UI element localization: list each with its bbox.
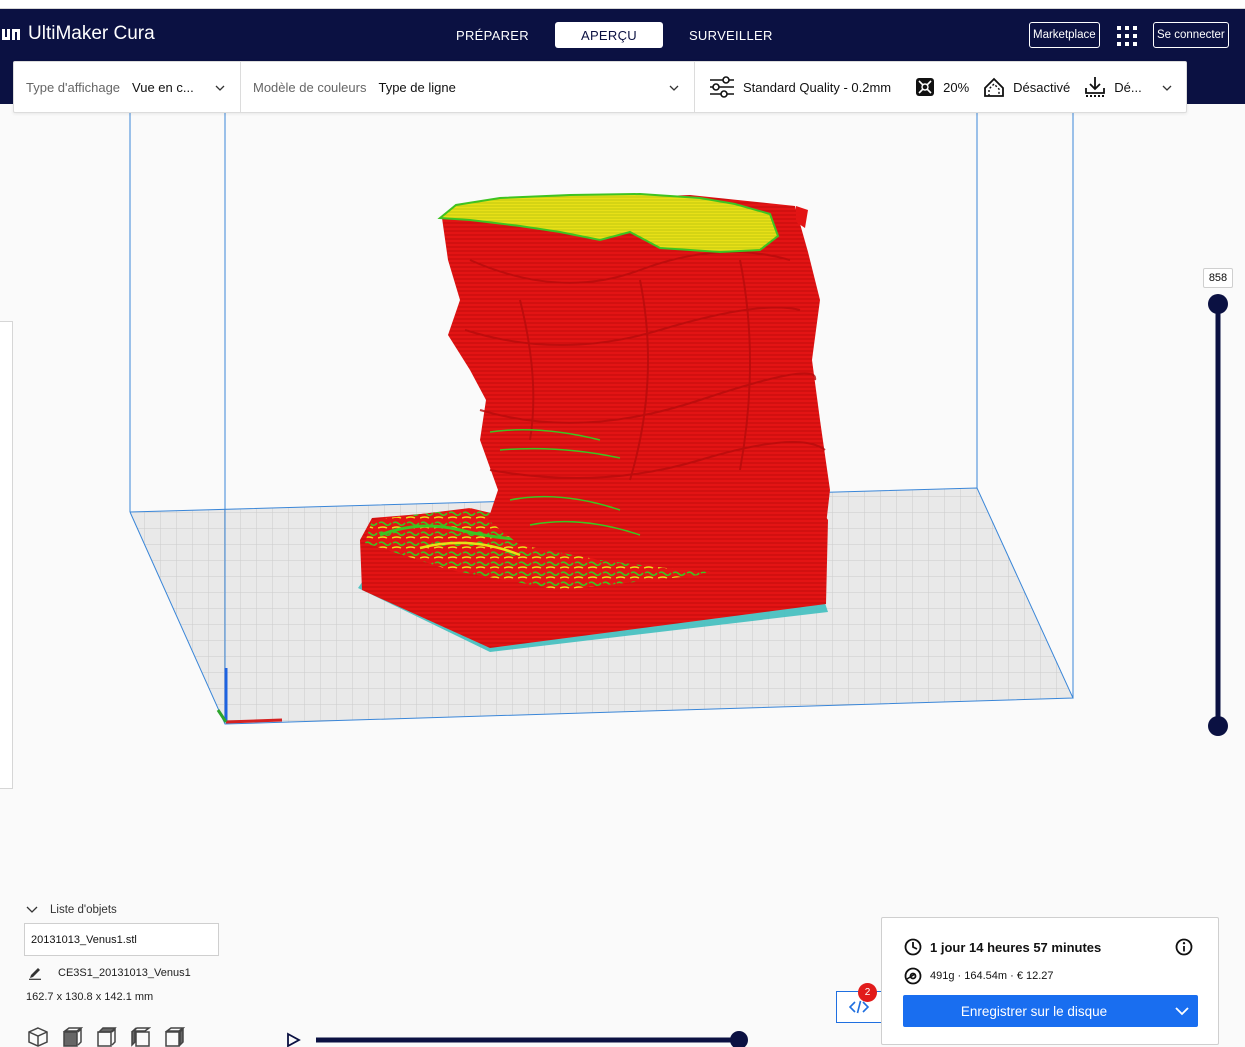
layer-slider[interactable]: 858 bbox=[1203, 268, 1233, 738]
infill-setting: 20% bbox=[915, 77, 969, 97]
adhesion-setting: Dé... bbox=[1084, 76, 1142, 98]
ultimaker-logo-icon bbox=[2, 29, 20, 40]
app-logo: UltiMaker Cura bbox=[2, 23, 155, 45]
print-settings-dropdown[interactable]: Standard Quality - 0.2mm 20% Désactivé D… bbox=[695, 62, 1186, 112]
top-menubar bbox=[0, 0, 1245, 9]
job-name-label: CE3S1_20131013_Venus1 bbox=[58, 967, 191, 979]
stage-tabs: PRÉPARER APERÇU SURVEILLER bbox=[430, 22, 799, 48]
left-view-icon[interactable] bbox=[129, 1027, 151, 1047]
quality-setting: Standard Quality - 0.2mm bbox=[709, 76, 891, 98]
view-type-label: Type d'affichage bbox=[26, 79, 121, 95]
simulation-handle bbox=[730, 1031, 748, 1047]
layer-slider-bottom-handle bbox=[1208, 716, 1228, 736]
infill-icon bbox=[916, 78, 935, 96]
object-list-item[interactable]: 20131013_Venus1.stl bbox=[24, 923, 219, 956]
view-type-value: Vue en c... bbox=[132, 79, 194, 95]
object-list-toggle[interactable]: Liste d'objets bbox=[26, 904, 224, 916]
chevron-down-icon bbox=[1174, 1007, 1189, 1016]
notification-badge: 2 bbox=[858, 983, 877, 1002]
adhesion-icon bbox=[1085, 77, 1106, 97]
top-view-icon[interactable] bbox=[95, 1027, 117, 1047]
right-view-icon[interactable] bbox=[163, 1027, 185, 1047]
object-list-panel: Liste d'objets 20131013_Venus1.stl CE3S1… bbox=[24, 904, 224, 1003]
apps-grid-icon[interactable] bbox=[1116, 25, 1138, 47]
color-scheme-label: Modèle de couleurs bbox=[253, 79, 367, 95]
print-summary-panel: 1 jour 14 heures 57 minutes 491g · 164.5… bbox=[881, 917, 1219, 1045]
support-icon bbox=[984, 77, 1005, 97]
tab-preview[interactable]: APERÇU bbox=[554, 22, 663, 48]
tab-monitor[interactable]: SURVEILLER bbox=[663, 22, 799, 48]
color-scheme-dropdown[interactable]: Modèle de couleurs Type de ligne bbox=[241, 62, 695, 112]
model-body bbox=[442, 195, 830, 572]
preview-toolbar: Type d'affichage Vue en c... Modèle de c… bbox=[13, 61, 1187, 113]
material-estimate: 491g · 164.54m · € 12.27 bbox=[904, 967, 1054, 985]
adhesion-label: Dé... bbox=[1114, 79, 1142, 95]
color-scheme-value: Type de ligne bbox=[378, 79, 456, 95]
tab-prepare[interactable]: PRÉPARER bbox=[430, 22, 555, 48]
view-orientation-buttons bbox=[27, 1027, 185, 1047]
save-options-dropdown[interactable] bbox=[1165, 995, 1198, 1027]
material-estimate-label: 491g · 164.54m · € 12.27 bbox=[930, 970, 1054, 982]
sign-in-button[interactable]: Se connecter bbox=[1153, 22, 1229, 48]
save-to-disk-label: Enregistrer sur le disque bbox=[960, 1003, 1108, 1019]
3d-view-icon[interactable] bbox=[27, 1027, 49, 1047]
save-to-disk-button[interactable]: Enregistrer sur le disque bbox=[903, 995, 1198, 1027]
quality-label: Standard Quality - 0.2mm bbox=[743, 79, 892, 95]
layer-slider-track[interactable] bbox=[1203, 268, 1233, 738]
chevron-down-icon bbox=[215, 85, 225, 91]
clock-icon bbox=[904, 938, 922, 956]
app-title: UltiMaker Cura bbox=[28, 23, 155, 44]
chevron-down-icon bbox=[26, 906, 38, 913]
layer-slider-top-handle bbox=[1208, 294, 1228, 314]
front-view-icon[interactable] bbox=[61, 1027, 83, 1047]
spool-icon bbox=[904, 967, 922, 985]
pencil-icon[interactable] bbox=[28, 966, 42, 980]
chevron-down-icon bbox=[1162, 85, 1172, 91]
simulation-path-slider[interactable] bbox=[284, 1031, 754, 1047]
support-setting: Désactivé bbox=[983, 76, 1070, 98]
marketplace-button[interactable]: Marketplace bbox=[1029, 22, 1100, 48]
job-name[interactable]: CE3S1_20131013_Venus1 bbox=[24, 966, 224, 980]
play-icon bbox=[287, 1032, 301, 1047]
object-dimensions: 162.7 x 130.8 x 142.1 mm bbox=[26, 991, 154, 1003]
infill-label: 20% bbox=[943, 79, 970, 95]
object-list-label: Liste d'objets bbox=[50, 904, 117, 916]
sliders-icon bbox=[710, 76, 734, 98]
view-type-dropdown[interactable]: Type d'affichage Vue en c... bbox=[14, 62, 241, 112]
chevron-down-icon bbox=[669, 85, 679, 91]
info-icon[interactable] bbox=[1175, 938, 1193, 956]
collapsed-side-panel[interactable] bbox=[0, 321, 13, 789]
support-label: Désactivé bbox=[1013, 79, 1071, 95]
print-time: 1 jour 14 heures 57 minutes bbox=[904, 938, 1101, 956]
print-time-label: 1 jour 14 heures 57 minutes bbox=[930, 939, 1102, 955]
